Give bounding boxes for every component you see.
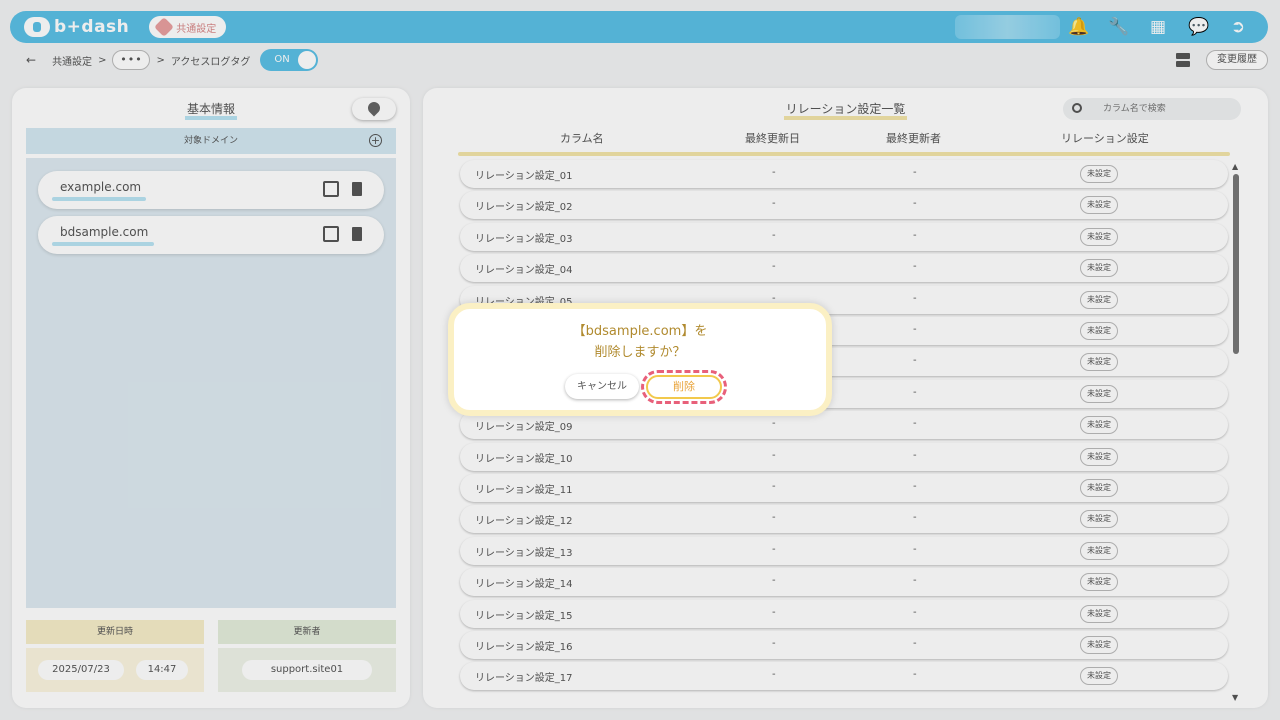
- delete-button[interactable]: 削除: [646, 375, 722, 399]
- dialog-message: 【bdsample.com】を 削除しますか？: [454, 321, 826, 363]
- dialog-message-line1: 【bdsample.com】を: [572, 324, 708, 339]
- dialog-message-line2: 削除しますか？: [594, 345, 686, 360]
- delete-confirm-dialog: 【bdsample.com】を 削除しますか？ キャンセル 削除: [448, 303, 832, 416]
- delete-button-highlight: 削除: [641, 370, 727, 404]
- cancel-button[interactable]: キャンセル: [565, 374, 639, 399]
